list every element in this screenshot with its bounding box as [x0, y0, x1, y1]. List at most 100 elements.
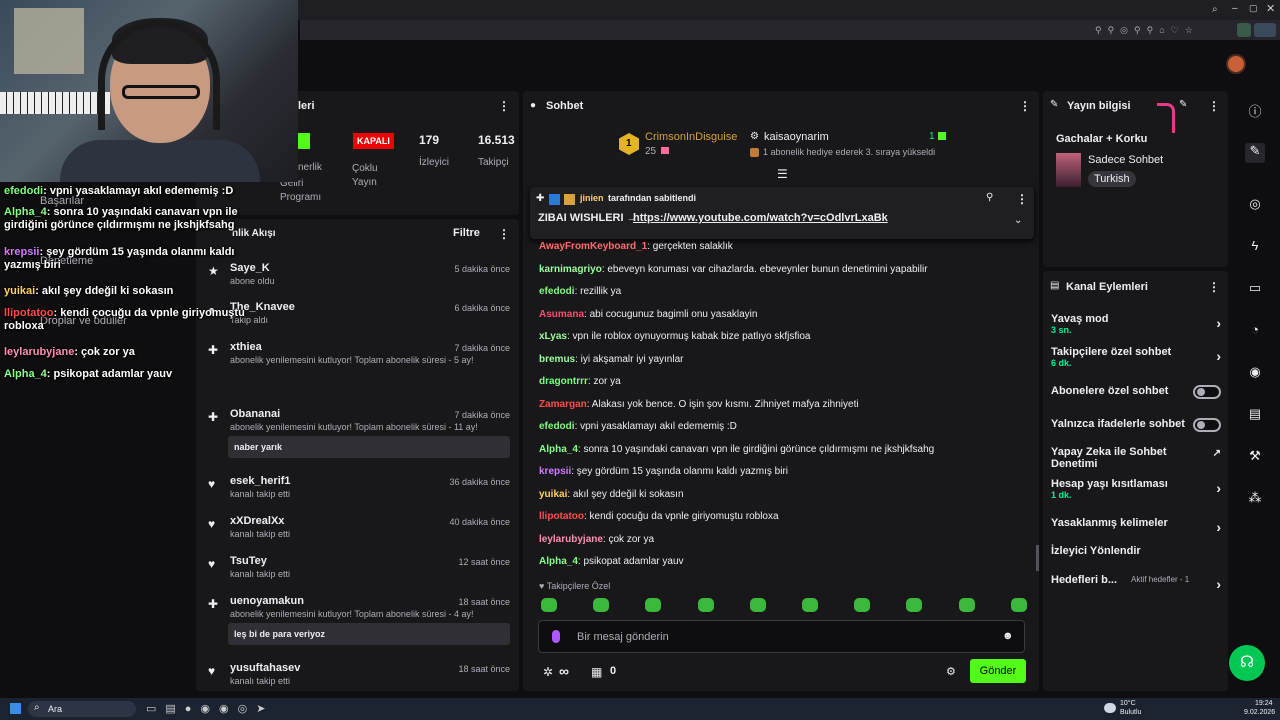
- more-options-icon[interactable]: ⋮: [1016, 192, 1028, 206]
- maximize-icon[interactable]: ▢: [1249, 3, 1258, 14]
- chevron-right-icon[interactable]: ›: [1216, 315, 1221, 331]
- emote-icon[interactable]: [854, 598, 871, 612]
- edit-icon[interactable]: ✎: [1179, 99, 1187, 110]
- chat-username[interactable]: Alpha_4: [539, 444, 578, 455]
- chat-username[interactable]: krepsii: [539, 466, 571, 477]
- activity-item[interactable]: ♥ TsuTey 12 saat önce kanalı takip etti: [204, 555, 510, 591]
- info-icon[interactable]: ⓘ: [1245, 101, 1265, 121]
- chat-username[interactable]: bremus: [539, 354, 575, 365]
- channel-action-4[interactable]: Yapay Zeka ile Sohbet Denetimi ↗: [1051, 446, 1221, 470]
- category-name[interactable]: Sadece Sohbet: [1088, 154, 1163, 166]
- more-options-icon[interactable]: ⋮: [1208, 99, 1220, 113]
- more-options-icon[interactable]: ⋮: [1019, 99, 1031, 113]
- channel-action-6[interactable]: Yasaklanmış kelimeler ›: [1051, 517, 1221, 535]
- chat-username[interactable]: efedodi: [539, 286, 575, 297]
- ai-icon[interactable]: [1254, 23, 1276, 37]
- chat-username[interactable]: AwayFromKeyboard_1: [539, 241, 647, 252]
- more-options-icon[interactable]: ⋮: [498, 227, 510, 241]
- minimize-icon[interactable]: –: [1232, 3, 1238, 14]
- emote-icon[interactable]: [645, 598, 662, 612]
- layout-icon[interactable]: ▤: [1245, 406, 1265, 426]
- emote-icon[interactable]: [593, 598, 610, 612]
- close-icon[interactable]: ✕: [1266, 2, 1275, 15]
- filter-button[interactable]: Filtre: [453, 227, 480, 239]
- emote-icon[interactable]: [1010, 598, 1027, 612]
- chat-username[interactable]: efedodi: [539, 421, 575, 432]
- channel-action-1[interactable]: Takipçilere özel sohbet 6 dk. ›: [1051, 346, 1221, 372]
- emote-icon[interactable]: [958, 598, 975, 612]
- chat-username[interactable]: karnimagriyo: [539, 264, 602, 275]
- overlay-chat-user[interactable]: krepsii: [4, 246, 39, 258]
- pencil-icon[interactable]: ✎: [1245, 143, 1265, 163]
- channel-action-2[interactable]: Abonelere özel sohbet: [1051, 385, 1221, 401]
- activity-username[interactable]: TsuTey: [230, 555, 267, 567]
- gifter-two[interactable]: kaisaoynarim: [764, 131, 829, 143]
- overlay-chat-user[interactable]: Alpha_4: [4, 368, 47, 380]
- chevron-right-icon[interactable]: ›: [1216, 576, 1221, 592]
- chat-username[interactable]: Zamargan: [539, 399, 587, 410]
- activity-username[interactable]: uenoyamakun: [230, 595, 304, 607]
- toggle-switch[interactable]: [1193, 418, 1221, 432]
- chevron-right-icon[interactable]: ›: [1216, 480, 1221, 496]
- emote-icon[interactable]: [541, 598, 557, 612]
- chevron-right-icon[interactable]: ›: [1216, 519, 1221, 535]
- channel-action-3[interactable]: Yalnızca ifadelerle sohbet: [1051, 418, 1221, 434]
- chat-username[interactable]: yuikai: [539, 489, 567, 500]
- address-bar[interactable]: ⚲⚲◎⚲⚲⌂♡☆: [300, 20, 1280, 40]
- chat-username[interactable]: Alpha_4: [539, 556, 578, 567]
- activity-item[interactable]: ✚ Obananai 7 dakika önce abonelik yenilemes…: [204, 408, 510, 470]
- activity-item[interactable]: ♥ xXDrealXx 40 dakika önce kanalı takip ett…: [204, 515, 510, 551]
- overlay-chat-user[interactable]: llipotatoo: [4, 307, 54, 319]
- chevron-down-icon[interactable]: ⌄: [1014, 215, 1022, 226]
- pinned-by-user[interactable]: jinien: [580, 193, 604, 203]
- external-link-icon[interactable]: ↗: [1213, 448, 1221, 459]
- channel-action-0[interactable]: Yavaş mod 3 sn. ›: [1051, 313, 1221, 339]
- channel-action-5[interactable]: Hesap yaşı kısıtlaması 1 dk. ›: [1051, 478, 1221, 504]
- activity-username[interactable]: xXDrealXx: [230, 515, 284, 527]
- chat-input[interactable]: Bir mesaj gönderin ☻: [538, 620, 1025, 653]
- overlay-chat-user[interactable]: leylarubyjane: [4, 346, 74, 358]
- more-options-icon[interactable]: ⋮: [1208, 280, 1220, 294]
- apps-icon[interactable]: ⁂: [1245, 490, 1265, 510]
- overlay-chat-user[interactable]: efedodi: [4, 185, 43, 197]
- support-icon[interactable]: ☊: [1229, 645, 1265, 681]
- emote-icon[interactable]: [802, 598, 818, 612]
- emote-icon[interactable]: [697, 598, 714, 612]
- activity-item[interactable]: ♥ yusuftahasev 18 saat önce kanalı takip et…: [204, 662, 510, 698]
- mic-icon[interactable]: [552, 630, 560, 643]
- overlay-chat-user[interactable]: yuikai: [4, 285, 35, 297]
- shop-icon[interactable]: ▦: [591, 665, 602, 679]
- chat-settings-icon[interactable]: ⚙: [946, 665, 956, 678]
- channel-action-8[interactable]: Hedefleri b... Aktif hedefler - 1 ›: [1051, 574, 1221, 600]
- activity-username[interactable]: esek_herif1: [230, 475, 291, 487]
- emote-icon[interactable]: [906, 598, 923, 612]
- lightning-icon[interactable]: ϟ: [1245, 238, 1265, 258]
- avatar[interactable]: [1226, 54, 1246, 74]
- wrench-icon[interactable]: ⚒: [1245, 448, 1265, 468]
- toggle-switch[interactable]: [1193, 385, 1221, 399]
- chat-username[interactable]: xLyas: [539, 331, 567, 342]
- activity-item[interactable]: ♥ esek_herif1 36 dakika önce kanalı takip e…: [204, 475, 510, 511]
- document-icon[interactable]: ▭: [1245, 280, 1265, 300]
- taskbar-search[interactable]: ⌕ Ara: [28, 701, 136, 717]
- chat-username[interactable]: Asumana: [539, 309, 584, 320]
- activity-item[interactable]: ✚ uenoyamakun 18 saat önce abonelik yenilem…: [204, 595, 510, 657]
- chat-username[interactable]: llipotatoo: [539, 511, 584, 522]
- pinned-message[interactable]: ✚ jinien tarafından sabitlendi ⚲ ⋮ ZIBAI…: [530, 187, 1034, 239]
- search-icon[interactable]: ⌕: [1212, 4, 1218, 15]
- overlay-chat-user[interactable]: Alpha_4: [4, 206, 47, 218]
- send-button[interactable]: Gönder: [970, 659, 1026, 683]
- emote-picker-icon[interactable]: ☻: [1002, 630, 1014, 642]
- more-options-icon[interactable]: ⋮: [498, 99, 510, 113]
- chat-icon[interactable]: ◔: [1245, 322, 1265, 342]
- activity-username[interactable]: Obananai: [230, 408, 280, 420]
- broadcast-icon[interactable]: ◉: [1245, 364, 1265, 384]
- emote-icon[interactable]: [749, 598, 766, 612]
- target-icon[interactable]: ◎: [1245, 196, 1265, 216]
- chat-username[interactable]: leylarubyjane: [539, 534, 603, 545]
- tag-chip[interactable]: Turkish: [1088, 171, 1136, 187]
- scroll-indicator[interactable]: [1036, 545, 1039, 571]
- extension-icon[interactable]: [1237, 23, 1251, 37]
- top-gifter[interactable]: CrimsonInDisguise: [645, 131, 737, 143]
- activity-username[interactable]: yusuftahasev: [230, 662, 300, 674]
